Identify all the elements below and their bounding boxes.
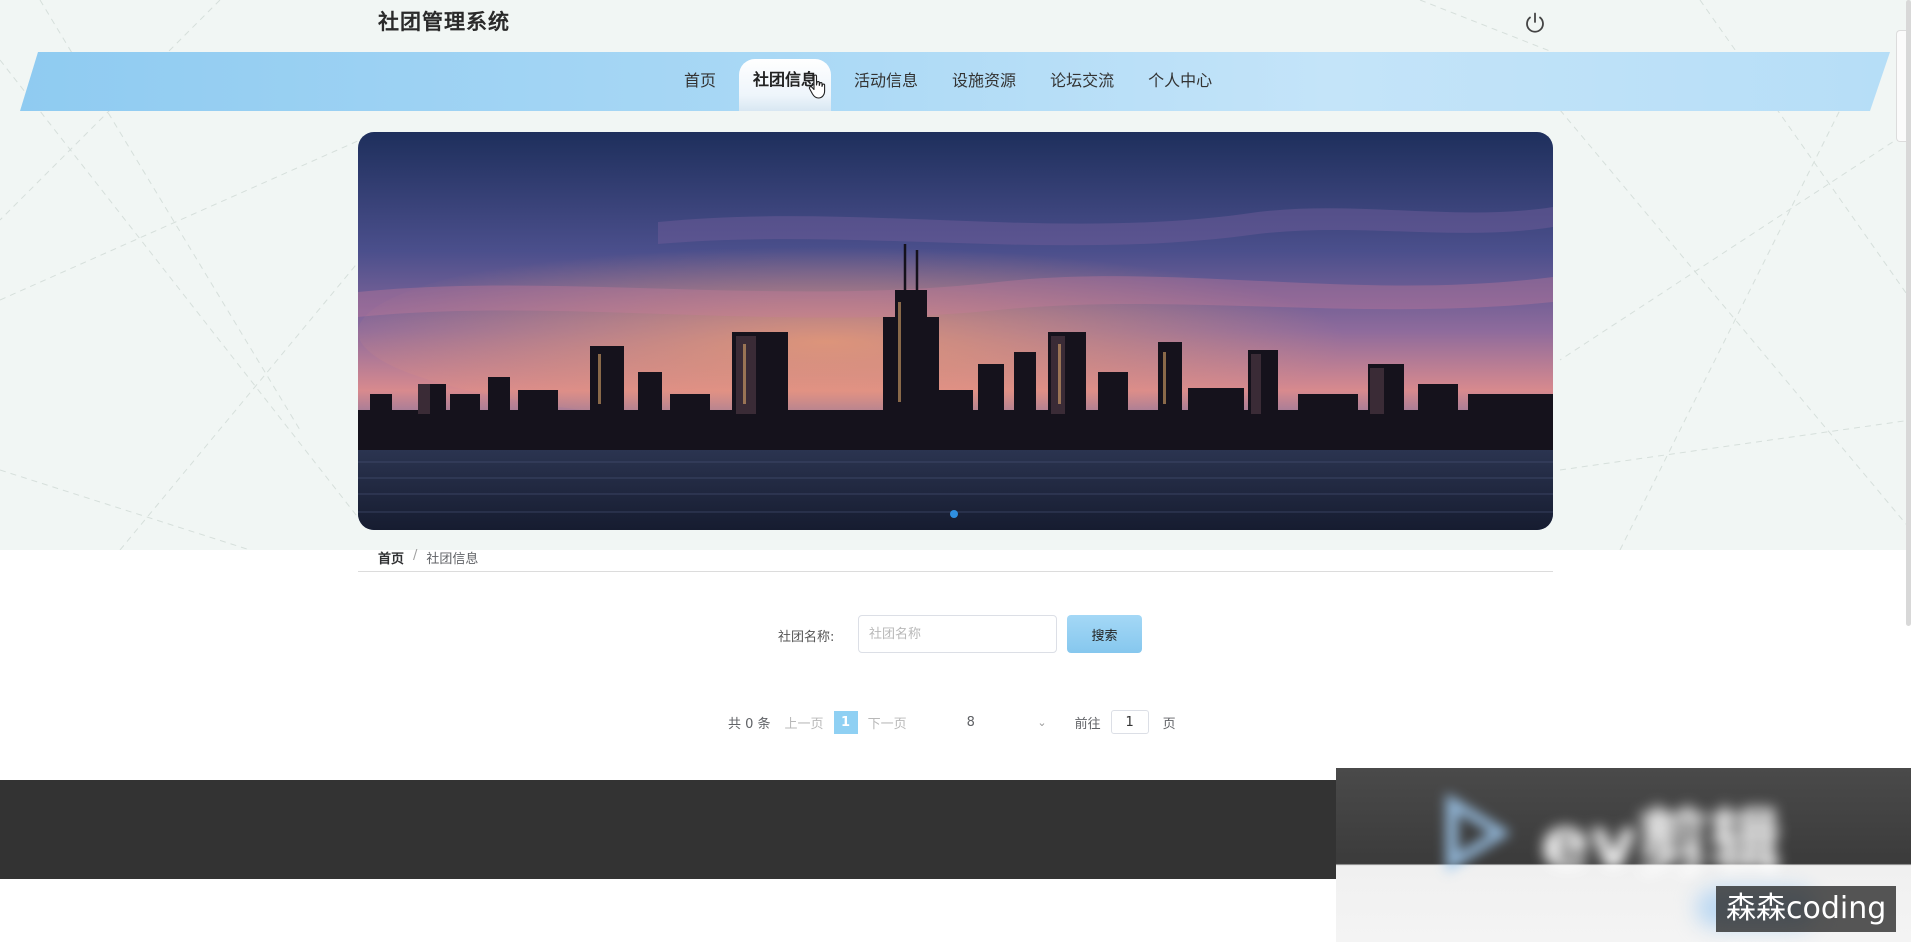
play-logo-icon <box>1436 788 1516 882</box>
carousel-indicator-dot[interactable] <box>950 510 958 518</box>
nav-item-forum[interactable]: 论坛交流 <box>1033 60 1131 110</box>
banner-image <box>358 132 1553 530</box>
breadcrumb: 首页 / 社团信息 <box>358 548 1553 572</box>
club-name-label: 社团名称: <box>778 630 835 645</box>
page-unit-label: 页 <box>1162 716 1176 732</box>
nav-item-facility-resources[interactable]: 设施资源 <box>935 60 1033 110</box>
breadcrumb-home[interactable]: 首页 <box>378 548 404 567</box>
search-button[interactable]: 搜索 <box>1067 615 1142 653</box>
vertical-scrollbar[interactable] <box>1906 0 1911 626</box>
hand-cursor-icon <box>808 74 828 104</box>
page-size-select[interactable]: 8 ⌄ <box>953 715 1047 730</box>
watermark-logo-text: ev剪辑 <box>1541 801 1781 885</box>
pagination-total: 共 0 条 <box>728 716 771 732</box>
club-name-input[interactable] <box>858 615 1057 653</box>
goto-label: 前往 <box>1074 716 1101 732</box>
nav-item-home[interactable]: 首页 <box>667 60 733 110</box>
next-page-button[interactable]: 下一页 <box>868 713 907 732</box>
chevron-down-icon: ⌄ <box>1037 715 1047 729</box>
goto-page-input[interactable] <box>1110 710 1149 734</box>
watermark-label: 森森coding <box>1716 886 1897 932</box>
pagination: 共 0 条 上一页 1 下一页 8 ⌄ 前往 页 <box>728 710 1176 734</box>
nav-item-personal-center[interactable]: 个人中心 <box>1131 60 1229 110</box>
power-icon[interactable] <box>1522 10 1548 36</box>
banner-carousel[interactable] <box>358 132 1553 530</box>
breadcrumb-current: 社团信息 <box>426 552 479 567</box>
app-title: 社团管理系统 <box>378 10 510 34</box>
prev-page-button[interactable]: 上一页 <box>785 713 824 732</box>
page-size-value: 8 <box>966 714 975 730</box>
page-number-current[interactable]: 1 <box>833 710 858 734</box>
breadcrumb-separator: / <box>413 548 418 563</box>
main-nav: 首页 社团信息 活动信息 设施资源 论坛交流 个人中心 <box>667 59 1229 111</box>
nav-item-activity-info[interactable]: 活动信息 <box>837 60 935 110</box>
